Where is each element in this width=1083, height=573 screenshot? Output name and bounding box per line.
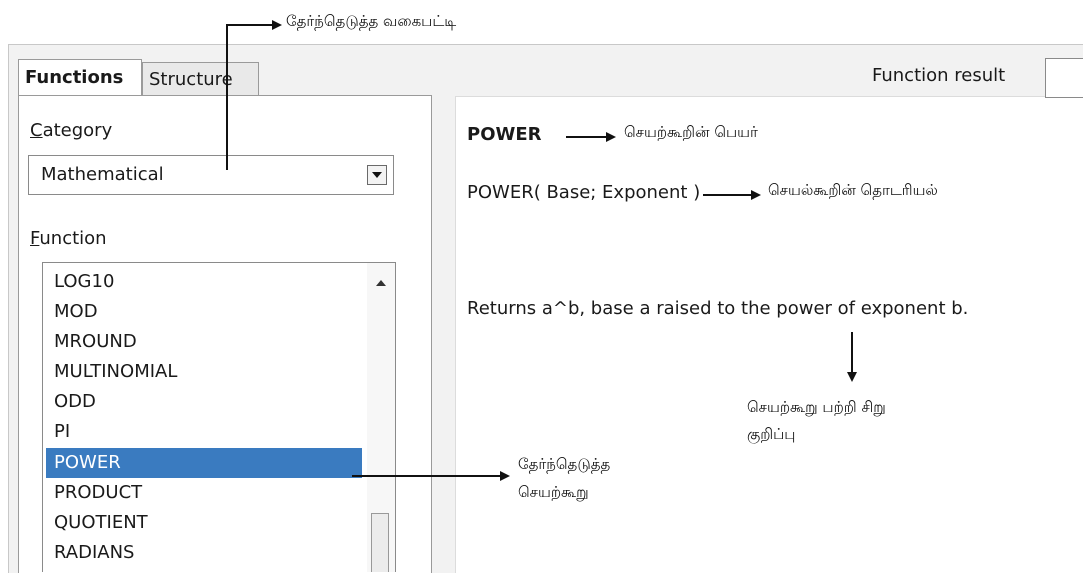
annotation-line xyxy=(703,194,751,196)
list-item[interactable]: MOD xyxy=(46,297,362,327)
annotation-function-name: செயற்கூறின் பெயர் xyxy=(624,123,758,141)
arrow-down-icon xyxy=(847,372,857,382)
list-item[interactable]: MULTINOMIAL xyxy=(46,357,362,387)
function-syntax: POWER( Base; Exponent ) xyxy=(467,182,701,203)
annotation-selected-category: தேர்ந்தெடுத்த வகைபட்டி xyxy=(286,12,457,30)
list-item[interactable]: MROUND xyxy=(46,327,362,357)
list-item[interactable]: QUOTIENT xyxy=(46,508,362,538)
chevron-down-icon[interactable] xyxy=(367,165,387,185)
tab-functions[interactable]: Functions xyxy=(18,59,142,95)
list-item-selected[interactable]: POWER xyxy=(46,448,362,478)
function-result-field[interactable] xyxy=(1045,58,1083,98)
function-list[interactable]: LOG10 MOD MROUND MULTINOMIAL ODD PI POWE… xyxy=(42,262,396,572)
category-value: Mathematical xyxy=(41,164,164,185)
list-item[interactable]: RADIANS xyxy=(46,538,362,568)
arrow-right-icon xyxy=(272,20,282,30)
annotation-selected-function-line1: தேர்ந்தெடுத்த xyxy=(518,455,611,473)
annotation-line xyxy=(566,136,606,138)
function-label: Function xyxy=(30,228,107,249)
list-item[interactable]: PRODUCT xyxy=(46,478,362,508)
list-item[interactable]: ODD xyxy=(46,387,362,417)
annotation-line xyxy=(851,332,853,372)
function-name: POWER xyxy=(467,124,542,145)
list-scrollbar[interactable] xyxy=(367,263,395,572)
annotation-description-line2: குறிப்பு xyxy=(747,425,796,443)
scrollbar-thumb[interactable] xyxy=(371,513,389,572)
annotation-description-line1: செயற்கூறு பற்றி சிறு xyxy=(747,398,886,416)
function-result-label: Function result xyxy=(872,65,1006,86)
category-select[interactable]: Mathematical xyxy=(28,155,394,195)
tab-structure[interactable]: Structure xyxy=(142,62,259,95)
arrow-right-icon xyxy=(606,132,616,142)
annotation-line xyxy=(352,475,500,477)
category-label: Category xyxy=(30,120,113,141)
annotation-selected-function-line2: செயற்கூறு xyxy=(518,483,589,501)
annotation-function-syntax: செயல்கூறின் தொடரியல் xyxy=(768,181,938,199)
annotation-line xyxy=(226,24,228,170)
list-item[interactable]: LOG10 xyxy=(46,267,362,297)
arrow-right-icon xyxy=(500,471,510,481)
function-description: Returns a^b, base a raised to the power … xyxy=(467,298,969,319)
list-item[interactable]: PI xyxy=(46,417,362,447)
chevron-up-icon[interactable] xyxy=(376,280,386,286)
annotation-line xyxy=(226,24,272,26)
arrow-right-icon xyxy=(751,190,761,200)
